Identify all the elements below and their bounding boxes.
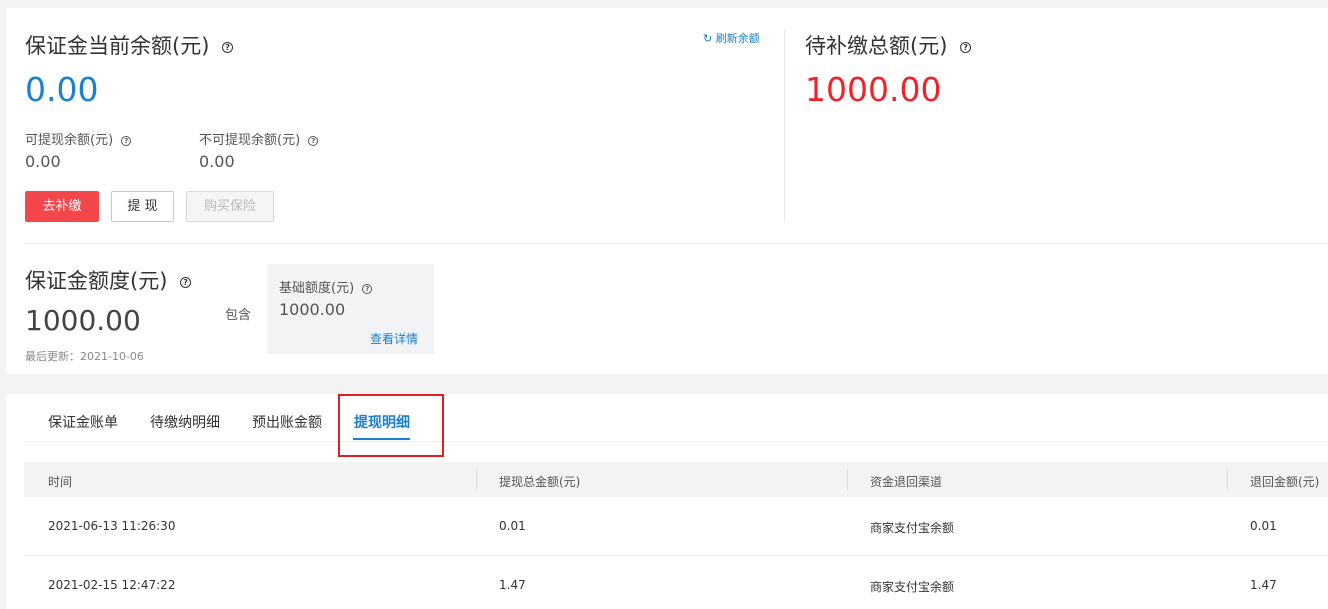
quota-title: 保证金额度(元) (25, 269, 168, 293)
tab-pre-billing[interactable]: 预出账金额 (252, 412, 322, 432)
withdrawable-value: 0.00 (25, 152, 61, 171)
help-icon[interactable]: ? (362, 283, 373, 294)
divider (24, 555, 1328, 556)
column-header-withdraw-total: 提现总金额(元) (499, 475, 581, 489)
column-header-time: 时间 (48, 475, 73, 489)
help-icon[interactable]: ? (308, 135, 319, 146)
quota-title-wrap: 保证金额度(元) ? (25, 265, 192, 295)
withdraw-button[interactable]: 提 现 (111, 191, 174, 222)
divider (24, 441, 1328, 442)
non-withdrawable-label: 不可提现余额(元) (199, 133, 301, 148)
cell-time: 2021-02-15 12:47:22 (48, 578, 176, 592)
help-icon[interactable]: ? (960, 41, 972, 53)
base-quota-label-wrap: 基础额度(元) ? (279, 277, 373, 296)
divider (24, 243, 1328, 244)
balance-title: 保证金当前余额(元) (25, 34, 210, 58)
pending-amount: 1000.00 (805, 70, 942, 109)
pending-title: 待补缴总额(元) (805, 34, 948, 58)
column-separator (847, 469, 848, 490)
help-icon[interactable]: ? (121, 135, 132, 146)
view-details-link[interactable]: 查看详情 (370, 330, 418, 347)
tab-pending-payment[interactable]: 待缴纳明细 (150, 412, 220, 432)
cell-return-amount: 0.01 (1250, 519, 1277, 533)
topup-button[interactable]: 去补缴 (25, 191, 99, 222)
non-withdrawable-label-wrap: 不可提现余额(元) ? (199, 129, 319, 148)
column-separator (476, 469, 477, 490)
buy-insurance-button[interactable]: 购买保险 (186, 191, 274, 222)
withdrawable-label-wrap: 可提现余额(元) ? (25, 129, 132, 148)
withdrawable-label: 可提现余额(元) (25, 133, 114, 148)
balance-amount: 0.00 (25, 70, 99, 109)
base-quota-value: 1000.00 (279, 300, 346, 319)
refresh-balance-label: 刷新余额 (715, 32, 760, 45)
deposit-summary-card: 保证金当前余额(元) ? ↻ 刷新余额 0.00 可提现余额(元) ? 0.00… (6, 8, 1328, 374)
quota-amount: 1000.00 (25, 304, 141, 337)
table-header: 时间 提现总金额(元) 资金退回渠道 退回金额(元) (24, 462, 1328, 497)
cell-return-channel: 商家支付宝余额 (870, 580, 955, 594)
divider (784, 30, 785, 222)
base-quota-label: 基础额度(元) (279, 281, 355, 296)
non-withdrawable-value: 0.00 (199, 152, 235, 171)
cell-withdraw-total: 0.01 (499, 519, 526, 533)
base-quota-box: 基础额度(元) ? 1000.00 查看详情 (267, 264, 434, 354)
quota-updated: 最后更新：2021-10-06 (25, 350, 144, 363)
refresh-icon: ↻ (703, 32, 713, 45)
tab-deposit-bill[interactable]: 保证金账单 (48, 412, 118, 432)
contains-label: 包含 (225, 308, 252, 323)
refresh-balance-link[interactable]: ↻ 刷新余额 (703, 30, 760, 46)
column-header-return-channel: 资金退回渠道 (870, 475, 943, 489)
annotation-highlight-box (338, 394, 444, 457)
cell-time: 2021-06-13 11:26:30 (48, 519, 176, 533)
column-header-return-amount: 退回金额(元) (1250, 475, 1320, 489)
cell-return-channel: 商家支付宝余额 (870, 521, 955, 535)
cell-withdraw-total: 1.47 (499, 578, 526, 592)
pending-title-wrap: 待补缴总额(元) ? (805, 30, 972, 60)
help-icon[interactable]: ? (180, 276, 192, 288)
balance-title-wrap: 保证金当前余额(元) ? (25, 30, 234, 60)
column-separator (1227, 469, 1228, 490)
records-card: 保证金账单 待缴纳明细 预出账金额 提现明细 时间 提现总金额(元) 资金退回渠… (6, 394, 1328, 609)
cell-return-amount: 1.47 (1250, 578, 1277, 592)
help-icon[interactable]: ? (222, 41, 234, 53)
